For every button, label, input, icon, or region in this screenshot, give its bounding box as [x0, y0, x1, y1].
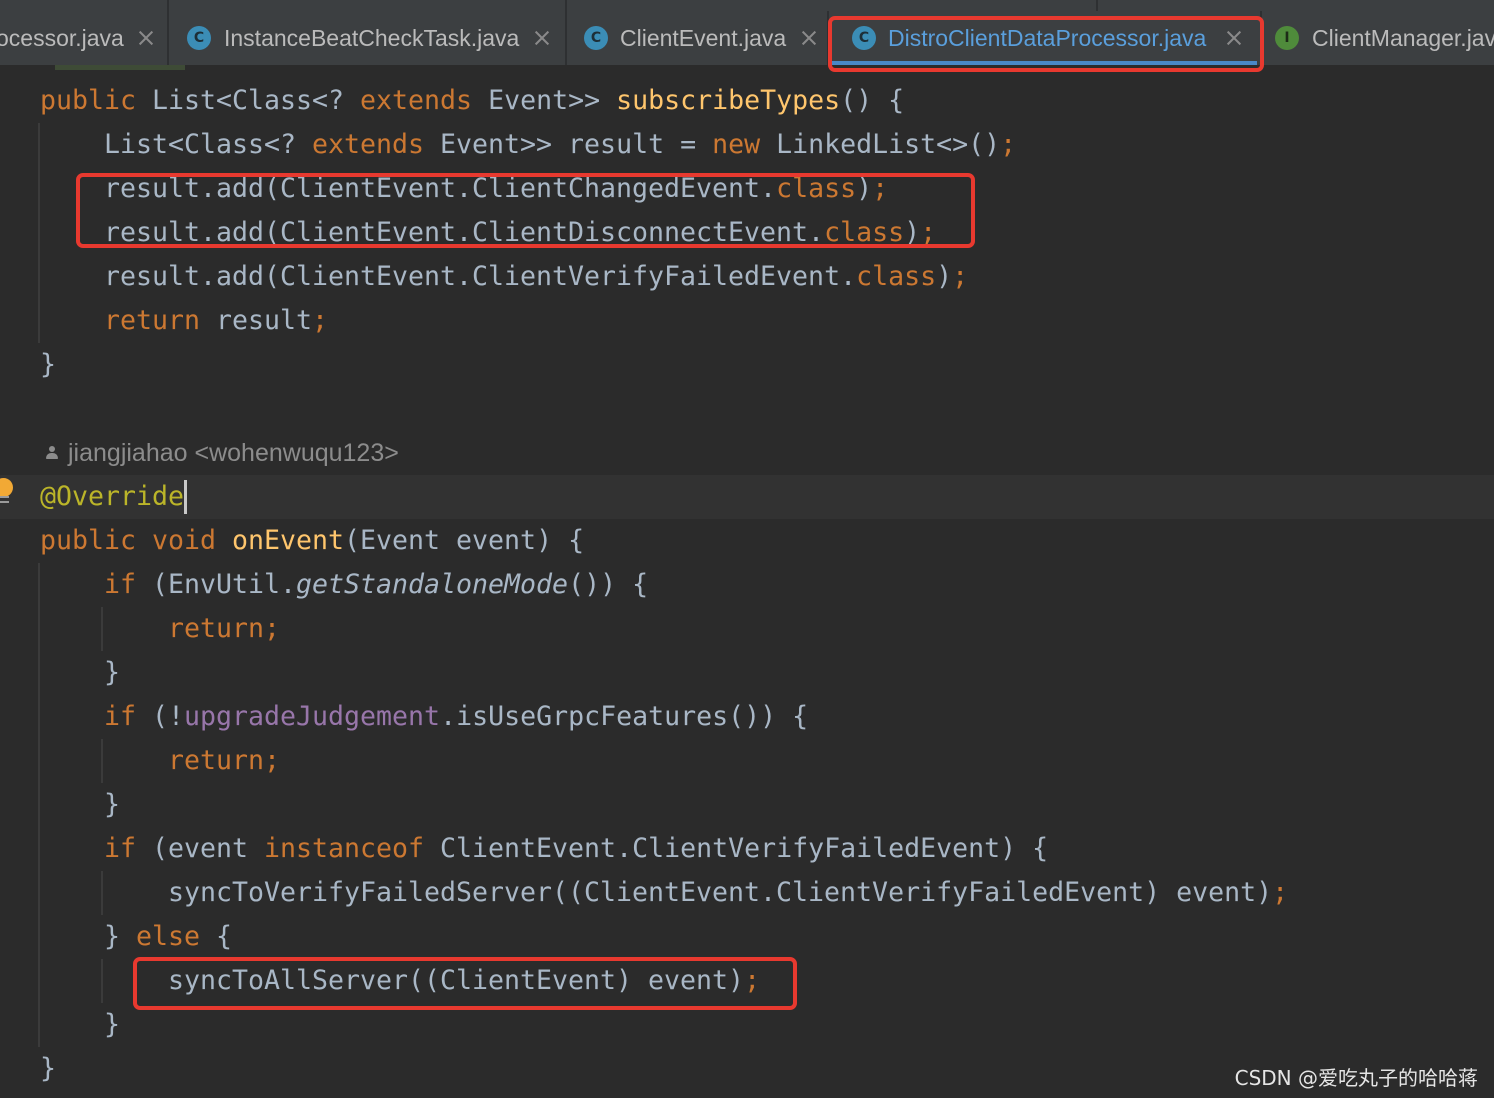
author-hint-text: jiangjiahao <wohenwuqu123>	[68, 439, 399, 467]
annotation: @Override	[40, 481, 185, 512]
code-line[interactable]: return result;	[0, 299, 1494, 343]
keyword: if	[104, 701, 137, 732]
code-text: ()) {	[568, 569, 649, 600]
tab-label: InstanceBeatCheckTask.java	[224, 25, 520, 51]
code-line[interactable]: }	[0, 651, 1494, 695]
code-text: ClientEvent.ClientVerifyFailedEvent) {	[424, 833, 1049, 864]
close-icon[interactable]	[802, 31, 816, 45]
close-icon[interactable]	[535, 31, 549, 45]
field-name: upgradeJudgement	[184, 701, 441, 732]
method-name: subscribeTypes	[616, 85, 841, 116]
keyword: public	[40, 85, 137, 116]
tab-client-event[interactable]: C ClientEvent.java	[567, 11, 829, 65]
code-text: result.add(ClientEvent.ClientVerifyFaile…	[104, 261, 857, 292]
code-text: List<Class<?	[104, 129, 313, 160]
override-gutter-icon[interactable]	[0, 495, 9, 504]
highlight-box-active-tab	[828, 16, 1264, 72]
tab-instance-beat-check-task[interactable]: C InstanceBeatCheckTask.java	[169, 11, 567, 65]
keyword: if	[104, 833, 137, 864]
code-line[interactable]: syncToVerifyFailedServer((ClientEvent.Cl…	[0, 871, 1494, 915]
code-text: syncToVerifyFailedServer((ClientEvent.Cl…	[168, 877, 1273, 908]
semicolon: ;	[312, 305, 329, 336]
semicolon: ;	[952, 261, 969, 292]
keyword: return	[104, 305, 201, 336]
class-icon: C	[584, 26, 608, 50]
keyword: extends	[312, 129, 425, 160]
static-method-call: getStandaloneMode	[296, 569, 569, 600]
code-text: }	[40, 1053, 57, 1084]
code-text: }	[40, 349, 57, 380]
keyword: extends	[360, 85, 473, 116]
semicolon: ;	[1272, 877, 1289, 908]
code-text: (!	[136, 701, 185, 732]
code-line[interactable]: public List<Class<? extends Event>> subs…	[0, 79, 1494, 123]
interface-icon: I	[1275, 26, 1299, 50]
highlight-box-subscribe-lines	[76, 173, 975, 248]
code-text: List<Class<?	[136, 85, 361, 116]
tab-row-edge	[0, 0, 1494, 11]
code-text: (event	[136, 833, 265, 864]
tab-client-manager[interactable]: I ClientManager.jav	[1262, 11, 1494, 65]
code-text: Event>> result =	[424, 129, 713, 160]
highlight-box-sync-call	[133, 957, 797, 1010]
code-line[interactable]: return;	[0, 739, 1494, 783]
author-hint[interactable]: jiangjiahao <wohenwuqu123>	[0, 431, 1494, 475]
close-icon[interactable]	[139, 31, 153, 45]
code-text: LinkedList<>()	[760, 129, 1001, 160]
keyword: instanceof	[264, 833, 425, 864]
tab-separator	[167, 0, 169, 11]
class-icon: C	[187, 26, 211, 50]
code-line[interactable]: }	[0, 783, 1494, 827]
method-name: onEvent	[232, 525, 345, 556]
keyword: if	[104, 569, 137, 600]
code-text: (EnvUtil.	[136, 569, 297, 600]
tab-label: ocessor.java	[0, 25, 124, 51]
text-caret	[184, 480, 187, 514]
code-text: (Event event) {	[344, 525, 585, 556]
code-text: )	[936, 261, 953, 292]
code-text: }	[104, 1009, 121, 1040]
code-text: }	[104, 921, 137, 952]
code-line[interactable]: if (EnvUtil.getStandaloneMode()) {	[0, 563, 1494, 607]
code-line[interactable]: } else {	[0, 915, 1494, 959]
tab-processor[interactable]: ocessor.java	[0, 11, 169, 65]
keyword: return;	[168, 745, 281, 776]
tab-label: ClientEvent.java	[620, 25, 787, 51]
keyword: new	[712, 129, 761, 160]
code-text: Event>>	[472, 85, 617, 116]
code-line[interactable]: public void onEvent(Event event) {	[0, 519, 1494, 563]
tab-label: ClientManager.jav	[1312, 25, 1494, 51]
code-text: }	[104, 789, 121, 820]
keyword: else	[136, 921, 201, 952]
blank-line[interactable]	[0, 387, 1494, 431]
keyword: public void	[40, 525, 233, 556]
watermark: CSDN @爱吃丸子的哈哈蒋	[1234, 1066, 1478, 1090]
code-text: }	[104, 657, 121, 688]
semicolon: ;	[1000, 129, 1017, 160]
code-line[interactable]: List<Class<? extends Event>> result = ne…	[0, 123, 1494, 167]
code-text: () {	[840, 85, 905, 116]
partial-line-highlight	[55, 65, 185, 70]
keyword: return;	[168, 613, 281, 644]
code-text: .isUseGrpcFeatures()) {	[440, 701, 809, 732]
code-line-current[interactable]: @Override	[0, 475, 1494, 519]
code-text: {	[200, 921, 233, 952]
code-line[interactable]: return;	[0, 607, 1494, 651]
code-line[interactable]: if (!upgradeJudgement.isUseGrpcFeatures(…	[0, 695, 1494, 739]
code-line[interactable]: result.add(ClientEvent.ClientVerifyFaile…	[0, 255, 1494, 299]
tab-separator	[1096, 0, 1098, 11]
code-text: result	[200, 305, 313, 336]
code-line[interactable]: if (event instanceof ClientEvent.ClientV…	[0, 827, 1494, 871]
editor-tab-bar: ocessor.java C InstanceBeatCheckTask.jav…	[0, 11, 1494, 65]
person-icon	[45, 446, 59, 460]
tab-separator	[565, 0, 567, 11]
code-line[interactable]: }	[0, 343, 1494, 387]
keyword: class	[856, 261, 937, 292]
